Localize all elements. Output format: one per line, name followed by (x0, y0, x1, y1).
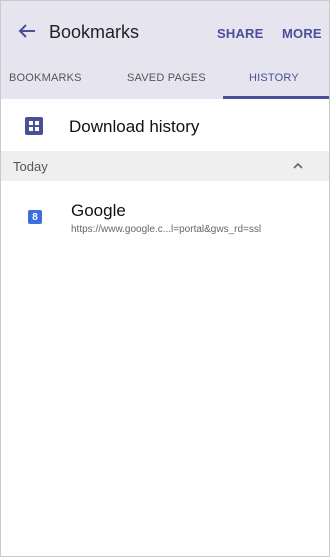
tab-bar: BOOKMARKS SAVED PAGES HISTORY (1, 63, 329, 99)
page-title: Bookmarks (49, 22, 140, 42)
history-item-url: https://www.google.c...l=portal&gws_rd=s… (71, 224, 262, 235)
google-favicon-icon: 8 (28, 210, 42, 224)
tab-saved-pages[interactable]: SAVED PAGES (127, 72, 206, 84)
back-arrow-icon[interactable] (15, 19, 39, 43)
download-history-row[interactable]: Download history (1, 99, 329, 151)
section-label: Today (13, 159, 48, 174)
app-bar: Bookmarks SHARE MORE (1, 1, 329, 63)
more-button[interactable]: MORE (282, 26, 322, 41)
app-window: Bookmarks SHARE MORE BOOKMARKS SAVED PAG… (0, 0, 330, 557)
tab-bookmarks[interactable]: BOOKMARKS (9, 72, 82, 84)
download-grid-icon (25, 117, 43, 135)
chevron-up-icon[interactable] (291, 159, 305, 173)
history-item-title: Google (71, 201, 126, 220)
header: Bookmarks SHARE MORE BOOKMARKS SAVED PAG… (1, 1, 329, 99)
history-item[interactable]: 8 Google https://www.google.c...l=portal… (1, 193, 329, 245)
tab-history[interactable]: HISTORY (249, 72, 299, 84)
share-button[interactable]: SHARE (217, 26, 264, 41)
download-history-label: Download history (69, 117, 200, 136)
section-header-today[interactable]: Today (1, 151, 329, 181)
